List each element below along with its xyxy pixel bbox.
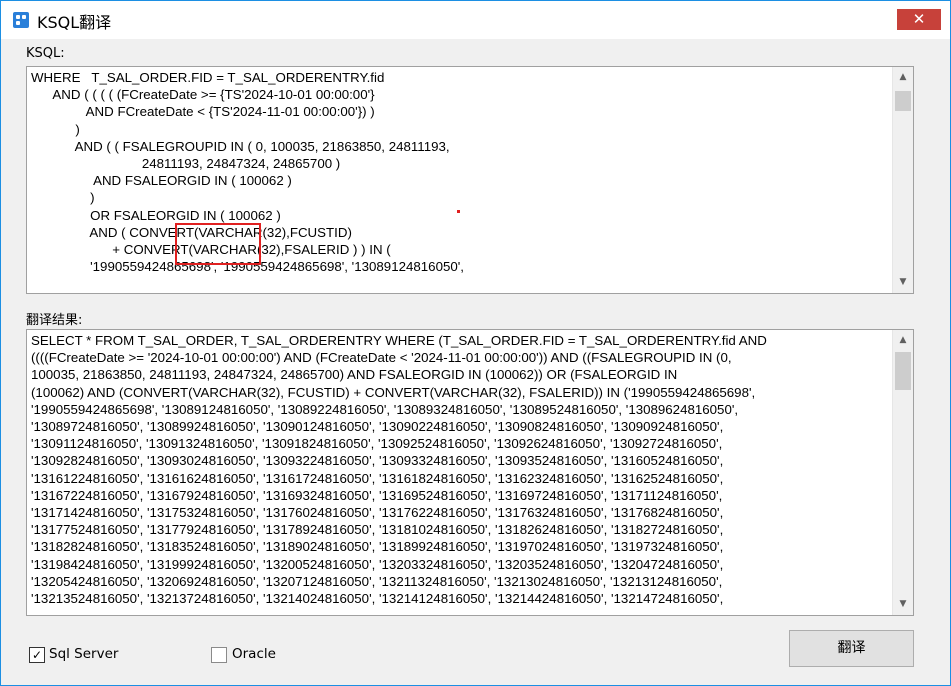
oracle-label[interactable]: Oracle [232,646,276,662]
ksql-translate-window: KSQL翻译 ✕ KSQL: WHERE T_SAL_ORDER.FID = T… [0,0,951,686]
oracle-checkbox[interactable] [211,647,227,663]
app-logo-icon [13,12,29,28]
convert-highlight-box [175,223,261,265]
result-output[interactable]: SELECT * FROM T_SAL_ORDER, T_SAL_ORDEREN… [26,329,914,616]
sqlserver-checkbox[interactable]: ✓ [29,647,45,663]
result-scrollbar[interactable]: ▲ ▼ [892,330,913,615]
title-bar: KSQL翻译 ✕ [1,1,950,39]
scroll-up-arrow-icon[interactable]: ▲ [893,332,913,349]
scroll-thumb[interactable] [895,91,911,111]
result-text: SELECT * FROM T_SAL_ORDER, T_SAL_ORDEREN… [31,333,767,607]
ksql-label: KSQL: [26,46,65,61]
scroll-up-arrow-icon[interactable]: ▲ [893,69,913,86]
ksql-input[interactable]: WHERE T_SAL_ORDER.FID = T_SAL_ORDERENTRY… [26,66,914,294]
scroll-down-arrow-icon[interactable]: ▼ [893,596,913,613]
scroll-down-arrow-icon[interactable]: ▼ [893,274,913,291]
result-label: 翻译结果: [26,313,83,328]
red-marker-dot [457,210,460,213]
sqlserver-label[interactable]: Sql Server [49,646,118,662]
translate-button[interactable]: 翻译 [789,630,914,667]
close-button[interactable]: ✕ [897,9,941,30]
ksql-scrollbar[interactable]: ▲ ▼ [892,67,913,293]
window-title: KSQL翻译 [37,13,112,32]
scroll-thumb[interactable] [895,352,911,390]
